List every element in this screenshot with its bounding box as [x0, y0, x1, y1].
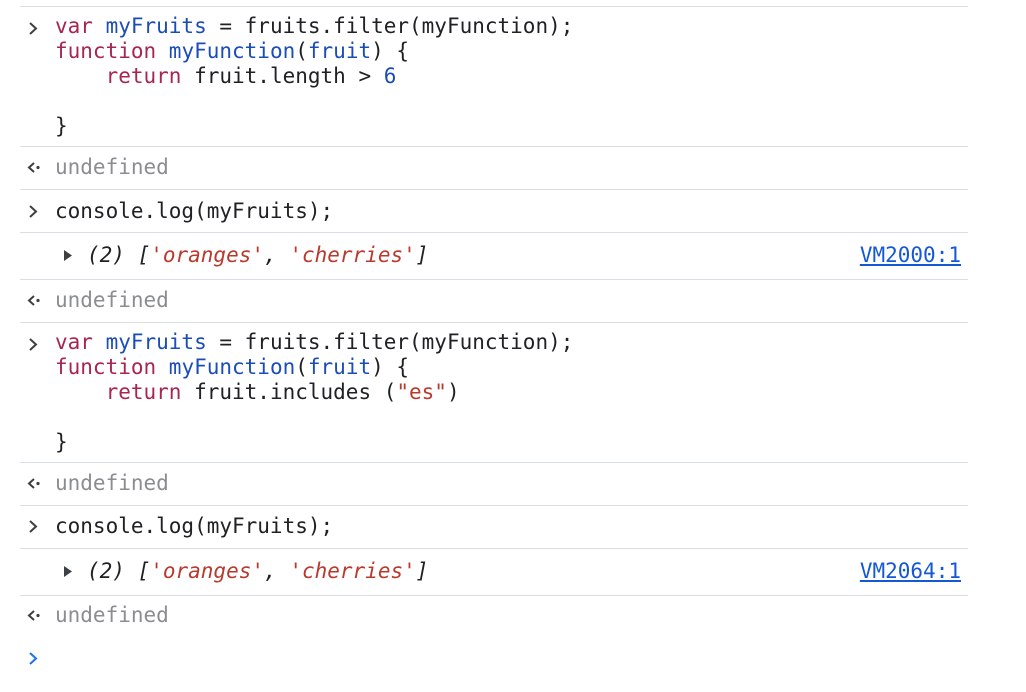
chevron-right-icon	[26, 16, 42, 41]
code-line: }	[55, 430, 68, 454]
separator	[20, 322, 968, 323]
return-arrow-icon	[25, 471, 45, 496]
chevron-right-icon	[26, 199, 42, 224]
result-value: undefined	[55, 603, 169, 627]
code-line: return fruit.length > 6	[105, 64, 397, 88]
triangle-right-icon[interactable]	[62, 243, 74, 268]
separator	[20, 505, 968, 506]
separator	[20, 232, 968, 233]
log-array-preview[interactable]: (2) ['oranges', 'cherries']	[87, 243, 428, 268]
code-line: return fruit.includes ("es")	[105, 380, 460, 404]
log-array-preview[interactable]: (2) ['oranges', 'cherries']	[87, 559, 428, 584]
return-arrow-icon	[25, 288, 45, 313]
chevron-right-icon	[26, 646, 42, 671]
separator	[20, 548, 968, 549]
source-link[interactable]: VM2064:1	[860, 559, 961, 584]
return-arrow-icon	[25, 155, 45, 180]
result-value: undefined	[55, 288, 169, 312]
return-arrow-icon	[25, 603, 45, 628]
separator	[20, 146, 968, 147]
code-line: var myFruits = fruits.filter(myFunction)…	[55, 330, 574, 354]
devtools-console: var myFruits = fruits.filter(myFunction)…	[0, 0, 1026, 692]
separator	[20, 462, 968, 463]
code-line: }	[55, 114, 68, 138]
chevron-right-icon	[26, 332, 42, 357]
source-link[interactable]: VM2000:1	[860, 243, 961, 268]
separator	[20, 189, 968, 190]
chevron-right-icon	[26, 514, 42, 539]
code-line: console.log(myFruits);	[55, 514, 334, 538]
code-line: function myFunction(fruit) {	[55, 39, 410, 63]
result-value: undefined	[55, 155, 169, 179]
code-line: function myFunction(fruit) {	[55, 355, 410, 379]
separator	[20, 279, 968, 280]
triangle-right-icon[interactable]	[62, 559, 74, 584]
result-value: undefined	[55, 471, 169, 495]
code-line: var myFruits = fruits.filter(myFunction)…	[55, 14, 574, 38]
separator	[20, 6, 968, 7]
code-line: console.log(myFruits);	[55, 199, 334, 223]
separator	[20, 595, 968, 596]
